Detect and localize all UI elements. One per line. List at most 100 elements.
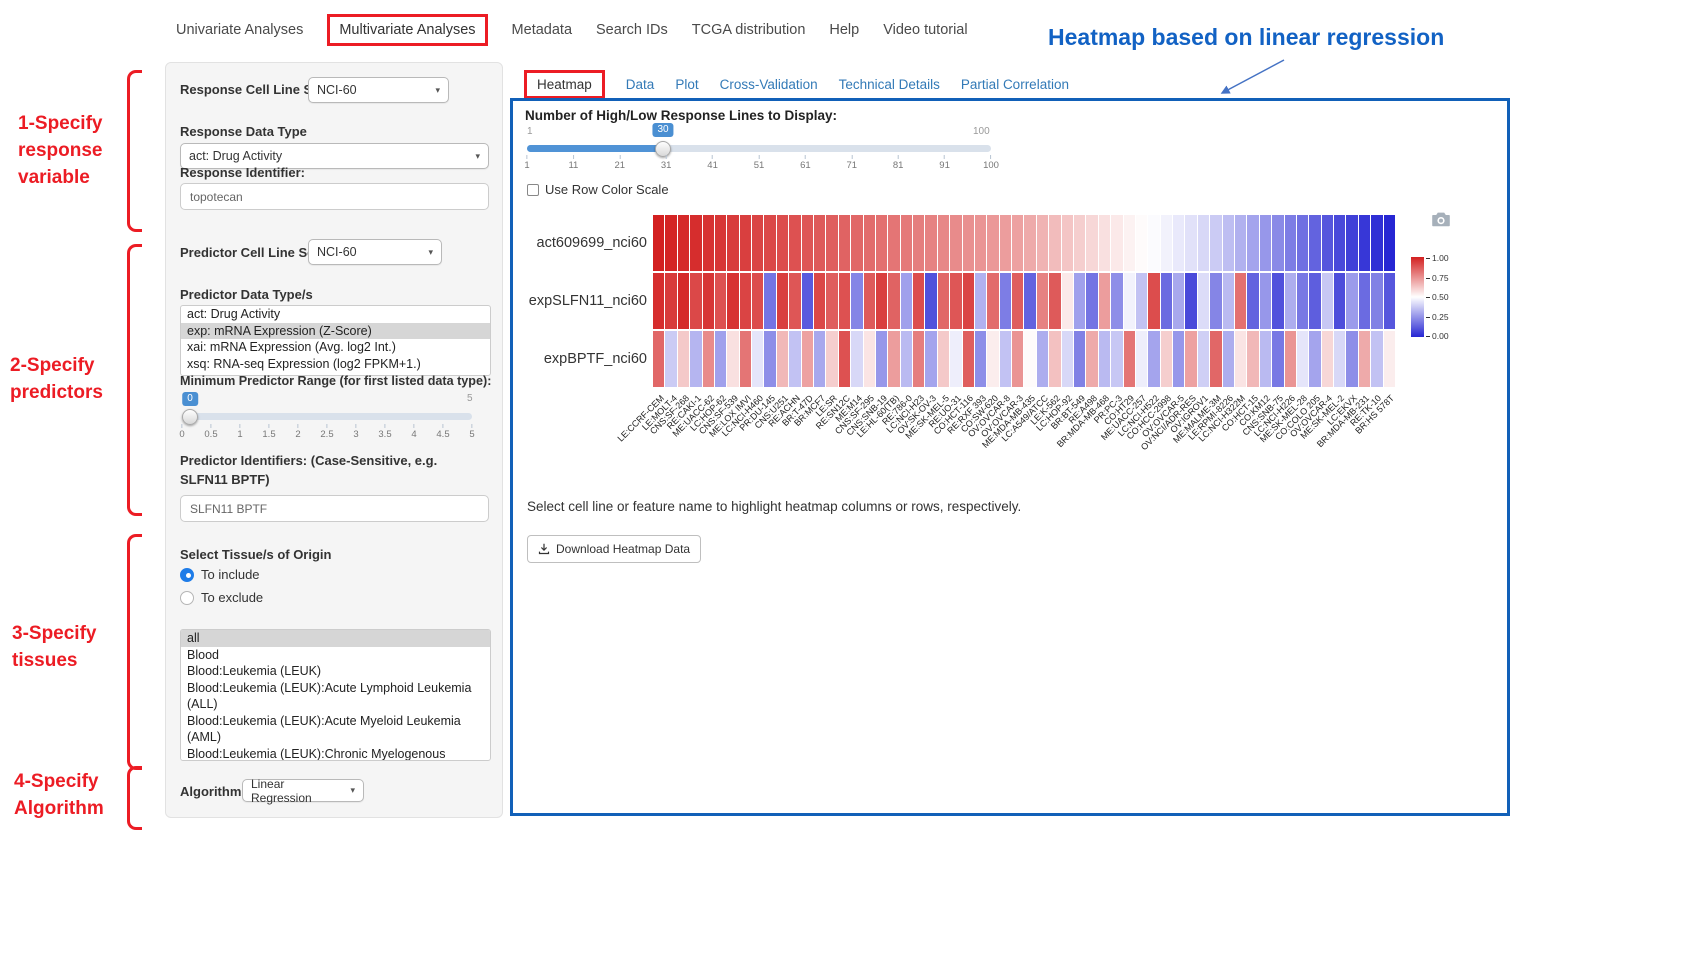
option-exp-mrna-expression-z-score[interactable]: exp: mRNA Expression (Z-Score) <box>181 323 490 340</box>
heatmap-cell <box>1384 215 1395 271</box>
heatmap-cell <box>975 215 986 271</box>
option-blood[interactable]: Blood <box>181 647 490 664</box>
camera-icon[interactable] <box>1431 211 1451 232</box>
predictor-identifiers-input[interactable] <box>180 495 489 522</box>
heatmap-cell <box>802 273 813 329</box>
slider-tick: 81 <box>893 155 904 171</box>
slider-tick: 0.5 <box>204 424 217 440</box>
heatmap-cell <box>1074 331 1085 387</box>
option-blood-leukemia-leuk-acute-myeloid-leukemia-aml[interactable]: Blood:Leukemia (LEUK):Acute Myeloid Leuk… <box>181 713 490 746</box>
tissue-include-radio-label: To include <box>201 567 260 582</box>
lines-slider-track[interactable] <box>527 145 991 152</box>
heatmap-row-label[interactable]: expSLFN11_nci60 <box>529 293 647 309</box>
tissue-exclude-radio[interactable] <box>180 591 194 605</box>
nav-item-search-ids[interactable]: Search IDs <box>596 22 668 38</box>
option-all[interactable]: all <box>181 630 490 647</box>
legend-tick-label: 0.00 <box>1426 331 1449 341</box>
tissue-include-radio[interactable] <box>180 568 194 582</box>
heatmap-cell <box>839 215 850 271</box>
heatmap-cell <box>1346 331 1357 387</box>
heatmap-cell <box>1334 331 1345 387</box>
heatmap-cell <box>1024 273 1035 329</box>
tab-partial-correlation[interactable]: Partial Correlation <box>961 77 1069 92</box>
option-blood-leukemia-leuk[interactable]: Blood:Leukemia (LEUK) <box>181 663 490 680</box>
heatmap-cell <box>938 331 949 387</box>
tab-data[interactable]: Data <box>626 77 655 92</box>
heatmap-cell <box>715 215 726 271</box>
tab-technical-details[interactable]: Technical Details <box>839 77 940 92</box>
download-heatmap-data-button[interactable]: Download Heatmap Data <box>527 535 701 563</box>
slider-tick: 3 <box>353 424 358 440</box>
heatmap-cell <box>1384 273 1395 329</box>
heatmap-cell <box>715 273 726 329</box>
annotation-bracket <box>127 766 142 830</box>
tab-plot[interactable]: Plot <box>675 77 698 92</box>
row-color-scale-checkbox[interactable] <box>527 184 539 196</box>
slider-tick: 11 <box>568 155 578 171</box>
slider-tick: 31 <box>661 155 672 171</box>
predictor-cell-line-set-select[interactable]: NCI-60 ▾ <box>308 239 442 265</box>
heatmap-cell <box>1210 331 1221 387</box>
nav-item-univariate-analyses[interactable]: Univariate Analyses <box>176 22 303 38</box>
heatmap-cell <box>925 331 936 387</box>
nav-item-tcga-distribution[interactable]: TCGA distribution <box>692 22 806 38</box>
min-predictor-range-slider-track[interactable] <box>182 413 472 420</box>
response-identifier-input[interactable] <box>180 183 489 210</box>
annotation-step-3: 3-Specifytissues <box>12 620 96 674</box>
lines-slider-min-label: 1 <box>527 126 533 137</box>
option-xsq-rna-seq-expression-log2-fpkm-1[interactable]: xsq: RNA-seq Expression (log2 FPKM+1.) <box>181 356 490 373</box>
heatmap-cell <box>1309 215 1320 271</box>
response-cell-line-set-select[interactable]: NCI-60 ▾ <box>308 77 449 103</box>
option-blood-leukemia-leuk-acute-lymphoid-leukemia-all[interactable]: Blood:Leukemia (LEUK):Acute Lymphoid Leu… <box>181 680 490 713</box>
annotation-step-1: 1-Specifyresponsevariable <box>18 110 102 191</box>
heatmap-cell <box>653 331 664 387</box>
annotation-step-4: 4-SpecifyAlgorithm <box>14 768 104 822</box>
nav-item-help[interactable]: Help <box>829 22 859 38</box>
heatmap-cell <box>814 331 825 387</box>
heatmap-cell <box>703 331 714 387</box>
heatmap-cell <box>1285 215 1296 271</box>
heatmap-cell <box>987 331 998 387</box>
nav-item-multivariate-analyses[interactable]: Multivariate Analyses <box>327 14 487 46</box>
option-act-drug-activity[interactable]: act: Drug Activity <box>181 306 490 323</box>
heatmap-cell <box>1049 215 1060 271</box>
algorithm-select[interactable]: Linear Regression ▾ <box>242 779 364 802</box>
heatmap-cell <box>1185 331 1196 387</box>
option-blood-leukemia-leuk-chronic-myelogenous-leukemia-cml[interactable]: Blood:Leukemia (LEUK):Chronic Myelogenou… <box>181 746 490 762</box>
heatmap-row-labels: act609699_nci60 expSLFN11_nci60 expBPTF_nc… <box>521 215 649 387</box>
heatmap-cell <box>1148 331 1159 387</box>
min-predictor-range-slider-handle[interactable] <box>182 409 198 425</box>
heatmap-cell <box>1037 215 1048 271</box>
response-cell-line-set-value: NCI-60 <box>317 83 357 97</box>
heatmap-cell <box>1297 215 1308 271</box>
slider-tick: 91 <box>939 155 950 171</box>
tab-heatmap[interactable]: Heatmap <box>524 70 605 99</box>
predictor-data-types-list[interactable]: act: Drug Activityexp: mRNA Expression (… <box>180 305 491 376</box>
heatmap-cell <box>665 215 676 271</box>
nav-item-metadata[interactable]: Metadata <box>512 22 572 38</box>
heatmap-cell <box>1012 273 1023 329</box>
heatmap-cell <box>1285 331 1296 387</box>
heatmap-cell <box>913 215 924 271</box>
heatmap-cell <box>1161 273 1172 329</box>
heatmap-cell <box>1359 215 1370 271</box>
heatmap-cell <box>727 215 738 271</box>
heatmap-cell <box>1099 215 1110 271</box>
nav-item-video-tutorial[interactable]: Video tutorial <box>883 22 967 38</box>
heatmap-cell <box>1074 273 1085 329</box>
heatmap-cell <box>1148 273 1159 329</box>
heatmap-cell <box>1124 215 1135 271</box>
heatmap-cell <box>703 215 714 271</box>
annotation-bracket <box>127 244 142 516</box>
lines-slider-ticks: 1112131415161718191100 <box>527 155 991 173</box>
heatmap-cell <box>1198 215 1209 271</box>
option-xai-mrna-expression-avg-log2-int[interactable]: xai: mRNA Expression (Avg. log2 Int.) <box>181 339 490 356</box>
heatmap-row-label[interactable]: act609699_nci60 <box>537 235 647 251</box>
tissue-origin-list[interactable]: allBloodBlood:Leukemia (LEUK)Blood:Leuke… <box>180 629 491 761</box>
heatmap-cell <box>740 273 751 329</box>
tab-cross-validation[interactable]: Cross-Validation <box>720 77 818 92</box>
heatmap-row-label[interactable]: expBPTF_nci60 <box>544 351 647 367</box>
response-data-type-value: act: Drug Activity <box>189 149 282 163</box>
tissue-exclude-radio-label: To exclude <box>201 590 263 605</box>
heatmap-cell <box>925 273 936 329</box>
